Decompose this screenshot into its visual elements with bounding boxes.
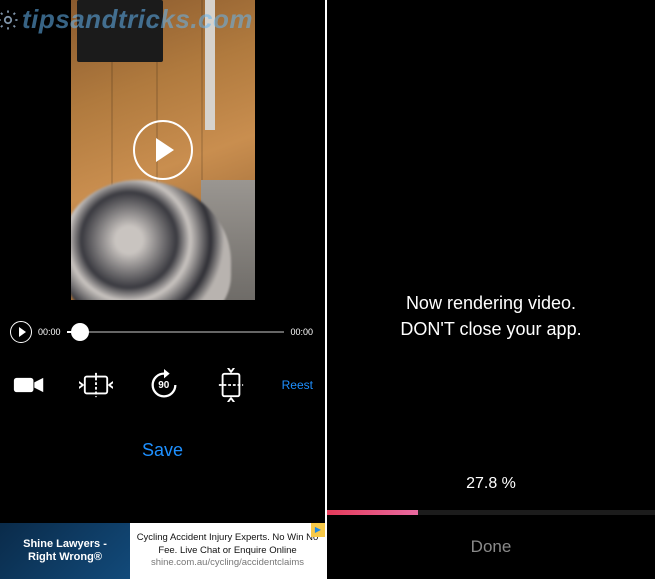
ad-title-line2: Right Wrong® <box>23 551 107 564</box>
reset-button[interactable]: Reest <box>282 378 313 392</box>
ad-title: Shine Lawyers - Right Wrong® <box>0 523 130 579</box>
ad-body: ▶ Cycling Accident Injury Experts. No Wi… <box>130 523 325 579</box>
flip-horizontal-icon <box>79 371 113 399</box>
save-button[interactable]: Save <box>142 440 183 460</box>
play-button[interactable] <box>10 321 32 343</box>
camera-icon <box>13 374 45 396</box>
adchoices-icon[interactable]: ▶ <box>311 523 325 537</box>
scrubber-row: 00:00 00:00 <box>0 310 325 350</box>
play-overlay-button[interactable] <box>133 120 193 180</box>
ad-title-line1: Shine Lawyers - <box>23 538 107 551</box>
flip-vertical-button[interactable] <box>214 370 248 400</box>
rotate-90-button[interactable]: 90 <box>147 370 181 400</box>
rendering-message: Now rendering video. DON'T close your ap… <box>327 290 655 342</box>
watermark: tipsandtricks.com <box>0 4 253 35</box>
camera-button[interactable] <box>12 370 46 400</box>
scrubber-thumb[interactable] <box>71 323 89 341</box>
ad-body-line3: shine.com.au/cycling/accidentclaims <box>151 557 304 569</box>
gear-icon <box>0 8 20 32</box>
toolbar: 90 Reest <box>0 350 325 406</box>
play-icon <box>156 138 174 162</box>
done-button[interactable]: Done <box>327 537 655 557</box>
progress-bar <box>327 510 655 515</box>
progress-fill <box>327 510 418 515</box>
video-preview-area <box>0 0 325 310</box>
flip-horizontal-button[interactable] <box>79 370 113 400</box>
progress-percent: 27.8 % <box>327 475 655 493</box>
ad-body-line1: Cycling Accident Injury Experts. No Win … <box>137 532 319 544</box>
rendering-message-line2: DON'T close your app. <box>327 316 655 342</box>
play-icon <box>19 327 26 337</box>
rendering-screen: Now rendering video. DON'T close your ap… <box>327 0 655 579</box>
watermark-text: tipsandtricks.com <box>22 4 253 35</box>
ad-banner[interactable]: Shine Lawyers - Right Wrong® ▶ Cycling A… <box>0 523 325 579</box>
flip-vertical-icon <box>217 368 245 402</box>
scrubber-track[interactable] <box>67 331 285 333</box>
video-editor-screen: 00:00 00:00 <box>0 0 327 579</box>
ad-body-line2: Fee. Live Chat or Enquire Online <box>158 545 296 557</box>
time-total: 00:00 <box>290 327 313 337</box>
rendering-message-line1: Now rendering video. <box>327 290 655 316</box>
video-thumbnail[interactable] <box>71 0 255 300</box>
time-current: 00:00 <box>38 327 61 337</box>
rotate-90-label: 90 <box>158 380 169 391</box>
